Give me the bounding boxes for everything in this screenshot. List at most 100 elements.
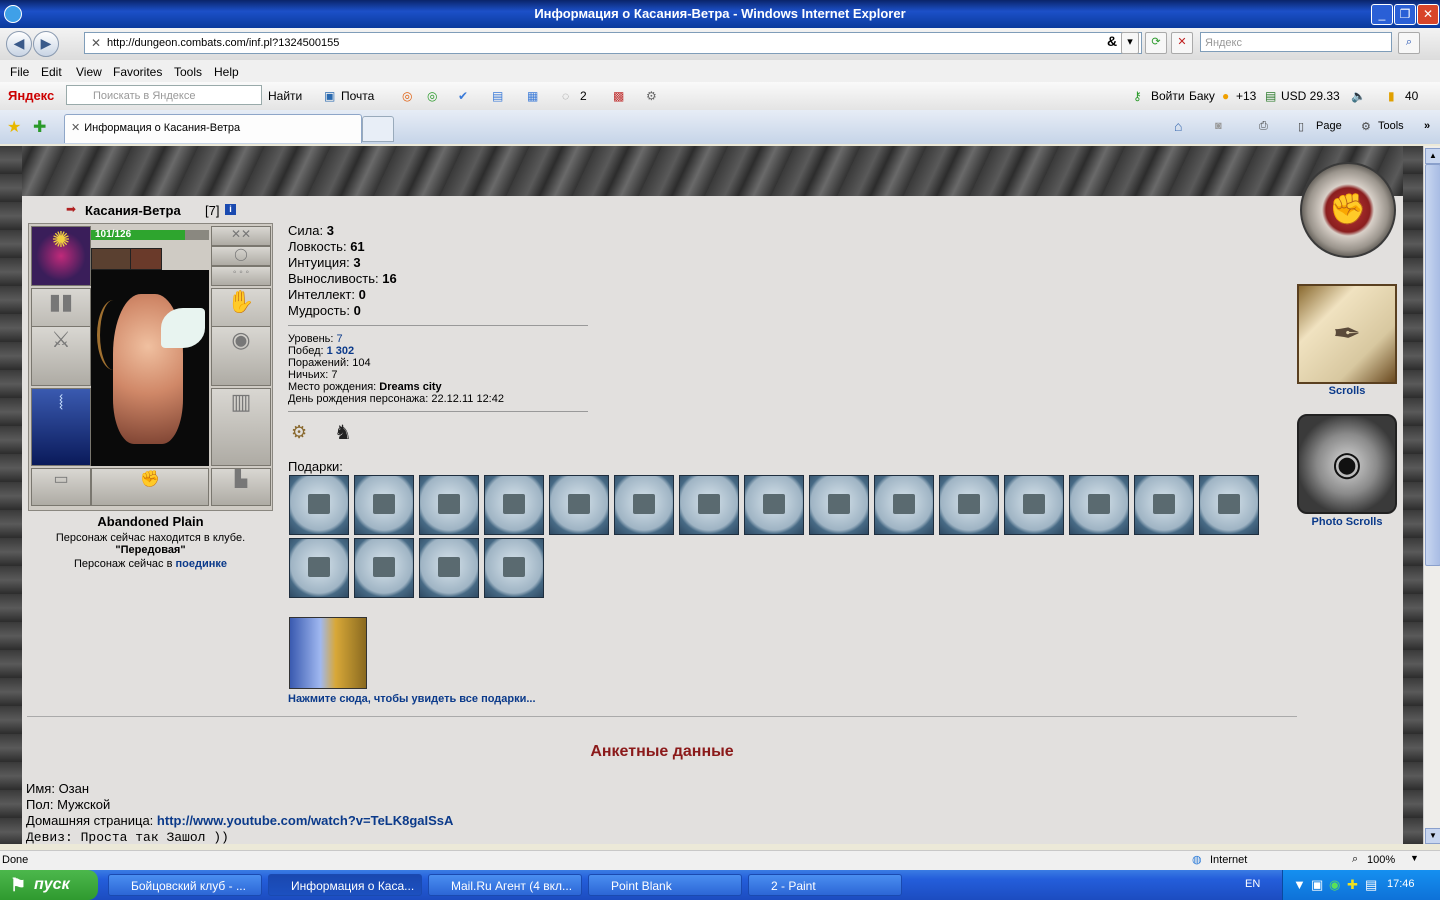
photo-scrolls-link[interactable]: Photo Scrolls <box>1297 516 1397 528</box>
battle-link[interactable]: поединке <box>176 558 228 570</box>
gift-snowglobe-icon[interactable] <box>1069 475 1129 535</box>
weapon-slot-sword-icon[interactable]: ⚔ <box>31 326 91 386</box>
gift-snowglobe-icon[interactable] <box>289 538 349 598</box>
character-avatar[interactable] <box>91 270 209 466</box>
login-button[interactable]: Войти <box>1151 89 1185 103</box>
tray-star-icon[interactable]: ✚ <box>1347 877 1358 893</box>
gift-snowglobe-icon[interactable] <box>679 475 739 535</box>
address-dropdown-button[interactable]: ▾ <box>1121 32 1139 54</box>
toolbar-overflow-icon[interactable]: » <box>1424 120 1430 132</box>
gift-snowglobe-icon[interactable] <box>289 475 349 535</box>
menu-tools[interactable]: Tools <box>174 65 202 79</box>
scroll-down-arrow-icon[interactable]: ▼ <box>1425 828 1440 844</box>
scrolls-link[interactable]: Scrolls <box>1297 385 1397 397</box>
toolbar-widget-icon[interactable]: ▩ <box>613 89 624 103</box>
print-icon[interactable]: ⎙ <box>1259 120 1268 133</box>
menu-file[interactable]: File <box>10 65 29 79</box>
yandex-logo[interactable]: Яндекс <box>8 88 54 103</box>
toolbar-bird-icon[interactable]: ✔ <box>458 89 468 103</box>
gift-snowglobe-icon[interactable] <box>419 475 479 535</box>
city-label[interactable]: Баку <box>1189 89 1215 103</box>
volume-muted-icon[interactable]: 🔈 <box>1351 89 1366 103</box>
maximize-button[interactable]: ❐ <box>1394 4 1416 25</box>
yandex-find-button[interactable]: Найти <box>268 89 302 103</box>
badge-compass-icon[interactable]: ⚙ <box>291 422 307 443</box>
tray-wifi-icon[interactable]: ▤ <box>1365 877 1377 893</box>
homepage-link[interactable]: http://www.youtube.com/watch?v=TeLK8gaIS… <box>157 813 454 828</box>
menu-view[interactable]: View <box>76 65 102 79</box>
forward-button[interactable]: ▶ <box>33 31 59 57</box>
rings-slot-icon[interactable]: ◦ ◦ ◦ <box>211 266 271 286</box>
comments-count[interactable]: 2 <box>580 89 587 103</box>
gift-snowglobe-icon[interactable] <box>939 475 999 535</box>
amulet-slot-icon[interactable]: ◯ <box>211 246 271 266</box>
see-all-gifts-link[interactable]: Нажмите сюда, чтобы увидеть все подарки.… <box>288 693 536 705</box>
badge-figure-icon[interactable]: ♞ <box>334 420 352 445</box>
security-zone[interactable]: Internet <box>1210 854 1247 866</box>
gift-snowglobe-icon[interactable] <box>1004 475 1064 535</box>
scroll-up-arrow-icon[interactable]: ▲ <box>1425 148 1440 164</box>
refresh-button[interactable]: ⟳ <box>1145 32 1167 54</box>
gift-snowglobe-icon[interactable] <box>1199 475 1259 535</box>
combats-fist-logo-icon[interactable]: ✊ <box>1300 162 1396 258</box>
emblem-slot-icon[interactable]: ✊ <box>91 468 209 506</box>
minimize-button[interactable]: _ <box>1371 4 1393 25</box>
zoom-level[interactable]: 100% <box>1367 854 1395 866</box>
tab-character-info[interactable]: ✕ Информация о Касания-Ветра <box>64 114 362 143</box>
back-button[interactable]: ◀ <box>6 31 32 57</box>
zoom-dropdown-icon[interactable]: ▼ <box>1410 853 1419 863</box>
task-character-info[interactable]: Информация о Каса... <box>268 874 422 896</box>
tools-menu-button[interactable]: Tools <box>1378 120 1404 132</box>
start-button[interactable]: ⚑ пуск <box>0 870 98 900</box>
scrolls-book-icon[interactable]: ✒ <box>1297 284 1397 384</box>
toolbar-ring-icon[interactable]: ◎ <box>402 89 412 103</box>
helmet-slot-jester-icon[interactable]: ✺ <box>31 226 91 286</box>
gift-snowglobe-icon[interactable] <box>484 538 544 598</box>
search-go-button[interactable]: ⌕ <box>1398 32 1420 54</box>
tray-clock[interactable]: 17:46 <box>1387 878 1415 890</box>
yandex-search-input[interactable]: Поискать в Яндексе <box>66 85 262 105</box>
tray-agent-icon[interactable]: ◉ <box>1329 877 1340 893</box>
shield-slot-icon[interactable]: ◉ <box>211 326 271 386</box>
menu-help[interactable]: Help <box>214 65 239 79</box>
menu-favorites[interactable]: Favorites <box>113 65 162 79</box>
task-paint[interactable]: 2 - Paint <box>748 874 902 896</box>
feeds-icon[interactable]: ◙ <box>1215 120 1222 132</box>
gift-snowglobe-icon[interactable] <box>744 475 804 535</box>
menu-edit[interactable]: Edit <box>41 65 62 79</box>
currency-value[interactable]: USD 29.33 <box>1281 89 1340 103</box>
tray-monitor-icon[interactable]: ▣ <box>1311 877 1323 893</box>
gift-box-icon[interactable] <box>289 617 367 689</box>
gift-snowglobe-icon[interactable] <box>354 538 414 598</box>
effect-icon-1[interactable] <box>91 248 133 270</box>
gift-snowglobe-icon[interactable] <box>419 538 479 598</box>
gift-snowglobe-icon[interactable] <box>549 475 609 535</box>
tray-network-icon[interactable]: ▼ <box>1293 877 1306 892</box>
language-indicator[interactable]: EN <box>1245 878 1260 890</box>
task-mail-agent[interactable]: Mail.Ru Агент (4 вкл... <box>428 874 582 896</box>
favorites-star-icon[interactable]: ★ <box>7 117 21 137</box>
toolbar-calc-icon[interactable]: ▦ <box>527 89 538 103</box>
task-point-blank[interactable]: Point Blank <box>588 874 742 896</box>
earrings-slot-icon[interactable]: ✕✕ <box>211 226 271 246</box>
page-menu-button[interactable]: Page <box>1316 120 1342 132</box>
weather-value[interactable]: +13 <box>1236 89 1256 103</box>
signal-value[interactable]: 40 <box>1405 89 1418 103</box>
add-favorite-icon[interactable]: ✚ <box>33 117 46 137</box>
info-icon[interactable]: i <box>225 204 236 215</box>
new-tab-button[interactable] <box>362 116 394 142</box>
close-window-button[interactable]: ✕ <box>1417 4 1439 25</box>
toolbar-check-icon[interactable]: ◎ <box>427 89 437 103</box>
compat-view-icon[interactable]: & <box>1102 32 1122 52</box>
task-fight-club[interactable]: Бойцовский клуб - ... <box>108 874 262 896</box>
gift-snowglobe-icon[interactable] <box>484 475 544 535</box>
armor-slot-cloak-icon[interactable]: ⧙ <box>31 388 91 466</box>
boots-slot-icon[interactable]: ▙ <box>211 468 271 506</box>
address-input[interactable]: ✕ http://dungeon.combats.com/inf.pl?13245… <box>84 32 1142 54</box>
page-scrollbar[interactable]: ▲ ▼ <box>1423 146 1440 844</box>
stop-button[interactable]: ✕ <box>1171 32 1193 54</box>
gift-snowglobe-icon[interactable] <box>874 475 934 535</box>
leggings-slot-icon[interactable]: ▥ <box>211 388 271 466</box>
effect-icon-2[interactable] <box>130 248 162 270</box>
gift-snowglobe-icon[interactable] <box>1134 475 1194 535</box>
